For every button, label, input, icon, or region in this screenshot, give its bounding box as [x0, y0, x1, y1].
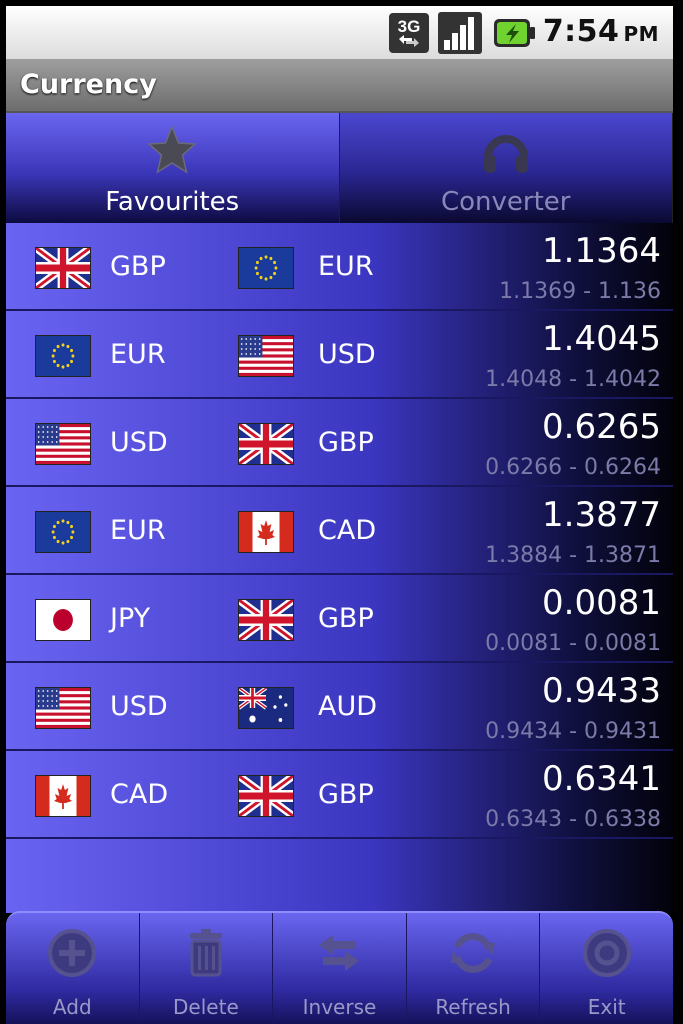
signal-strength-icon: [438, 12, 482, 54]
currency-pair-row[interactable]: CAD GBP 0.6341 0.6343 - 0.6338: [6, 751, 673, 839]
exchange-rate: 0.6341: [542, 759, 661, 799]
exchange-rate: 1.1364: [542, 231, 661, 271]
from-currency-code: CAD: [110, 779, 169, 810]
title-bar: Currency: [6, 59, 673, 113]
add-button[interactable]: Add: [6, 913, 140, 1024]
app-screen: 3G 7:54 PM Currency Favourites Converter…: [6, 6, 673, 1024]
to-currency-code: GBP: [318, 603, 374, 634]
options-menu: Add Delete Inverse Refresh Exit: [6, 911, 673, 1024]
star-icon: [144, 123, 200, 179]
flag-jpy-icon: [35, 599, 91, 641]
exit-button[interactable]: Exit: [540, 913, 673, 1024]
trash-icon: [178, 925, 234, 981]
from-currency-code: USD: [110, 427, 168, 458]
to-currency-code: GBP: [318, 779, 374, 810]
to-currency-code: AUD: [318, 691, 378, 722]
tab-converter-label: Converter: [441, 187, 571, 217]
flag-gbp-icon: [35, 247, 91, 289]
converter-icon: [478, 123, 534, 179]
from-currency-code: EUR: [110, 339, 166, 370]
currency-pair-row[interactable]: USD GBP 0.6265 0.6266 - 0.6264: [6, 399, 673, 487]
inverse-button[interactable]: Inverse: [273, 913, 407, 1024]
exchange-rate: 0.6265: [542, 407, 661, 447]
swap-icon: [311, 925, 367, 981]
flag-usd-icon: [35, 423, 91, 465]
clock-ampm: PM: [623, 22, 659, 46]
exchange-rate: 0.9433: [542, 671, 661, 711]
flag-aud-icon: [238, 687, 294, 729]
tab-favourites[interactable]: Favourites: [6, 113, 340, 223]
add-icon: [44, 925, 100, 981]
app-title: Currency: [20, 69, 157, 100]
currency-pair-row[interactable]: EUR USD 1.4045 1.4048 - 1.4042: [6, 311, 673, 399]
bid-ask-range: 1.3884 - 1.3871: [485, 543, 661, 568]
to-currency-code: CAD: [318, 515, 377, 546]
bid-ask-range: 0.6266 - 0.6264: [485, 455, 661, 480]
exchange-rate: 0.0081: [542, 583, 661, 623]
bid-ask-range: 0.6343 - 0.6338: [485, 807, 661, 832]
tab-favourites-label: Favourites: [105, 187, 240, 217]
currency-list: GBP EUR 1.1364 1.1369 - 1.136 EUR USD 1.4045 1.…: [6, 223, 673, 913]
flag-eur-icon: [35, 335, 91, 377]
to-currency-code: USD: [318, 339, 376, 370]
exchange-rate: 1.3877: [542, 495, 661, 535]
currency-pair-row[interactable]: USD AUD 0.9433 0.9434 - 0.9431: [6, 663, 673, 751]
flag-eur-icon: [238, 247, 294, 289]
exchange-rate: 1.4045: [542, 319, 661, 359]
tab-converter[interactable]: Converter: [339, 113, 673, 223]
add-label: Add: [52, 995, 92, 1019]
bid-ask-range: 0.9434 - 0.9431: [485, 719, 661, 744]
flag-usd-icon: [238, 335, 294, 377]
flag-usd-icon: [35, 687, 91, 729]
inverse-label: Inverse: [302, 995, 377, 1019]
from-currency-code: EUR: [110, 515, 166, 546]
currency-pair-row[interactable]: GBP EUR 1.1364 1.1369 - 1.136: [6, 223, 673, 311]
from-currency-code: JPY: [110, 603, 151, 634]
from-currency-code: USD: [110, 691, 168, 722]
network-label: 3G: [398, 17, 421, 36]
delete-label: Delete: [173, 995, 239, 1019]
status-bar: 3G 7:54 PM: [6, 6, 673, 59]
bid-ask-range: 1.1369 - 1.136: [499, 279, 661, 304]
flag-cad-icon: [238, 511, 294, 553]
currency-pair-row[interactable]: JPY GBP 0.0081 0.0081 - 0.0081: [6, 575, 673, 663]
refresh-button[interactable]: Refresh: [407, 913, 541, 1024]
to-currency-code: EUR: [318, 251, 374, 282]
status-clock: 7:54 PM: [543, 14, 659, 49]
delete-button[interactable]: Delete: [140, 913, 274, 1024]
refresh-label: Refresh: [435, 995, 511, 1019]
tab-bar: Favourites Converter: [6, 113, 673, 223]
currency-pair-row[interactable]: EUR CAD 1.3877 1.3884 - 1.3871: [6, 487, 673, 575]
bid-ask-range: 0.0081 - 0.0081: [485, 631, 661, 656]
bid-ask-range: 1.4048 - 1.4042: [485, 367, 661, 392]
flag-eur-icon: [35, 511, 91, 553]
flag-gbp-icon: [238, 423, 294, 465]
battery-charging-icon: [492, 16, 536, 50]
exit-icon: [579, 925, 635, 981]
from-currency-code: GBP: [110, 251, 166, 282]
flag-gbp-icon: [238, 775, 294, 817]
exit-label: Exit: [587, 995, 626, 1019]
flag-cad-icon: [35, 775, 91, 817]
network-3g-icon: 3G: [388, 12, 430, 54]
clock-time: 7:54: [542, 14, 620, 49]
flag-gbp-icon: [238, 599, 294, 641]
refresh-icon: [445, 925, 501, 981]
to-currency-code: GBP: [318, 427, 374, 458]
